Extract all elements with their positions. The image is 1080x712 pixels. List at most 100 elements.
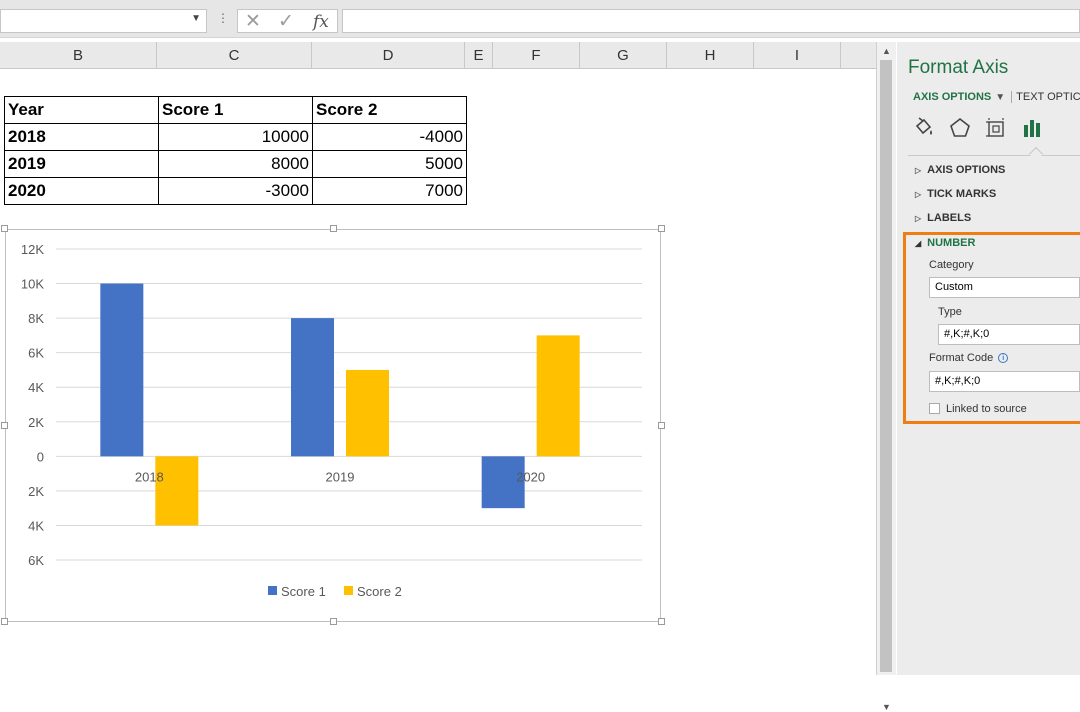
bar	[346, 369, 389, 457]
bar	[100, 283, 144, 457]
scroll-thumb[interactable]	[880, 60, 892, 672]
table-row: 2019 8000 5000	[4, 150, 467, 178]
x-tick-label: 2019	[326, 469, 355, 484]
table-cell[interactable]: 2018	[4, 123, 159, 151]
category-select[interactable]: Custom	[929, 277, 1080, 298]
column-header-b[interactable]: B	[0, 42, 157, 69]
resize-handle[interactable]	[1, 618, 8, 625]
pane-title: Format Axis	[908, 57, 1009, 78]
table-row: 2020 -3000 7000	[4, 177, 467, 205]
table-cell[interactable]: 10000	[158, 123, 313, 151]
cancel-icon[interactable]: ✕	[245, 10, 261, 33]
table-header-row: Year Score 1 Score 2	[4, 96, 467, 124]
column-header-h[interactable]: H	[667, 42, 754, 69]
formula-input[interactable]	[342, 9, 1080, 33]
table-cell[interactable]: 2019	[4, 150, 159, 178]
section-label: NUMBER	[927, 237, 976, 249]
bar	[155, 456, 199, 526]
format-axis-pane: Format Axis AXIS OPTIONS ▼ TEXT OPTIC ▷ AXI…	[897, 42, 1080, 675]
section-axis-options[interactable]: ▷ AXIS OPTIONS	[915, 164, 1005, 176]
category-select-value: Custom	[935, 281, 973, 293]
effects-icon[interactable]	[949, 117, 971, 144]
enter-icon[interactable]: ✓	[278, 10, 294, 33]
resize-handle[interactable]	[658, 225, 665, 232]
type-select-value: #,K;#,K;0	[944, 328, 990, 340]
table-cell[interactable]: 2020	[4, 177, 159, 205]
section-label: LABELS	[927, 212, 972, 224]
formula-buttons: ✕ ✓ fx	[237, 9, 338, 33]
section-number[interactable]: ◢ NUMBER	[915, 237, 975, 249]
linked-to-source-checkbox[interactable]	[929, 403, 940, 414]
chevron-down-icon[interactable]: ▼	[995, 92, 1005, 103]
resize-handle[interactable]	[658, 422, 665, 429]
column-header-c[interactable]: C	[157, 42, 312, 69]
legend-swatch	[268, 586, 277, 595]
chart-area[interactable]: 12K 10K 8K 6K 4K 2K 0 2K 4K 6K 2018 2019 2020 Score 1…	[5, 229, 661, 622]
axis-options-chart-icon[interactable]	[1021, 117, 1043, 144]
fill-line-icon[interactable]	[913, 117, 935, 144]
y-tick-label: 4K	[28, 518, 44, 533]
x-tick-label: 2020	[516, 469, 545, 484]
y-tick-label: 2K	[28, 484, 44, 499]
format-code-label-text: Format Code	[929, 352, 994, 364]
y-tick-label: 4K	[28, 380, 44, 395]
name-box[interactable]: ▼	[0, 9, 207, 33]
column-chart[interactable]: 12K 10K 8K 6K 4K 2K 0 2K 4K 6K 2018 2019 2020 Score 1…	[6, 230, 662, 623]
format-code-input[interactable]: #,K;#,K;0	[929, 371, 1080, 392]
legend-swatch	[344, 586, 353, 595]
expand-triangle-icon: ▷	[915, 166, 922, 175]
table-cell[interactable]: Year	[4, 96, 159, 124]
chevron-down-icon[interactable]: ▼	[191, 13, 201, 24]
x-tick-label: 2018	[135, 469, 164, 484]
y-tick-label: 6K	[28, 553, 44, 568]
linked-to-source-label: Linked to source	[946, 403, 1027, 415]
resize-handle[interactable]	[330, 618, 337, 625]
column-header-f[interactable]: F	[493, 42, 580, 69]
tab-separator	[1011, 91, 1013, 104]
y-tick-label: 8K	[28, 311, 44, 326]
section-labels[interactable]: ▷ LABELS	[915, 212, 971, 224]
table-cell[interactable]: Score 1	[158, 96, 313, 124]
table-row: 2018 10000 -4000	[4, 123, 467, 151]
section-tick-marks[interactable]: ▷ TICK MARKS	[915, 188, 996, 200]
vertical-scrollbar[interactable]: ▲ ▼	[876, 42, 896, 712]
format-code-label: Format Code i	[929, 352, 1009, 364]
legend-label: Score 1	[281, 584, 326, 599]
insert-function-icon[interactable]: fx	[313, 12, 329, 32]
bar	[291, 318, 334, 457]
size-properties-icon[interactable]	[985, 117, 1007, 144]
tab-text-options[interactable]: TEXT OPTIC	[1016, 91, 1080, 103]
y-tick-label: 6K	[28, 346, 44, 361]
section-label: AXIS OPTIONS	[927, 164, 1006, 176]
type-select[interactable]: #,K;#,K;0	[938, 324, 1080, 345]
category-label: Category	[929, 259, 974, 271]
resize-handle[interactable]	[1, 225, 8, 232]
resize-handle[interactable]	[330, 225, 337, 232]
info-icon[interactable]: i	[998, 353, 1009, 363]
resize-handle[interactable]	[1, 422, 8, 429]
table-cell[interactable]: -3000	[158, 177, 313, 205]
table-cell[interactable]: -4000	[312, 123, 467, 151]
y-tick-label: 0	[37, 449, 44, 464]
resize-handle[interactable]	[658, 618, 665, 625]
pane-divider	[908, 155, 1080, 156]
tab-axis-options[interactable]: AXIS OPTIONS	[913, 91, 991, 103]
pane-tabs: AXIS OPTIONS ▼ TEXT OPTIC	[913, 91, 1080, 104]
tab-indicator	[1028, 146, 1044, 162]
expand-triangle-icon: ▷	[915, 190, 922, 199]
column-header-e[interactable]: E	[465, 42, 493, 69]
column-header-g[interactable]: G	[580, 42, 667, 69]
column-header-d[interactable]: D	[312, 42, 465, 69]
data-table: Year Score 1 Score 2 2018 10000 -4000 20…	[4, 96, 467, 205]
table-cell[interactable]: 8000	[158, 150, 313, 178]
scroll-down-icon[interactable]: ▼	[882, 702, 891, 712]
more-dots-icon[interactable]: ⋮	[217, 11, 229, 25]
scroll-up-icon[interactable]: ▲	[882, 46, 891, 56]
column-header-i[interactable]: I	[754, 42, 841, 69]
table-cell[interactable]: 5000	[312, 150, 467, 178]
table-cell[interactable]: Score 2	[312, 96, 467, 124]
y-tick-label: 2K	[28, 415, 44, 430]
legend-label: Score 2	[357, 584, 402, 599]
table-cell[interactable]: 7000	[312, 177, 467, 205]
section-label: TICK MARKS	[927, 188, 997, 200]
